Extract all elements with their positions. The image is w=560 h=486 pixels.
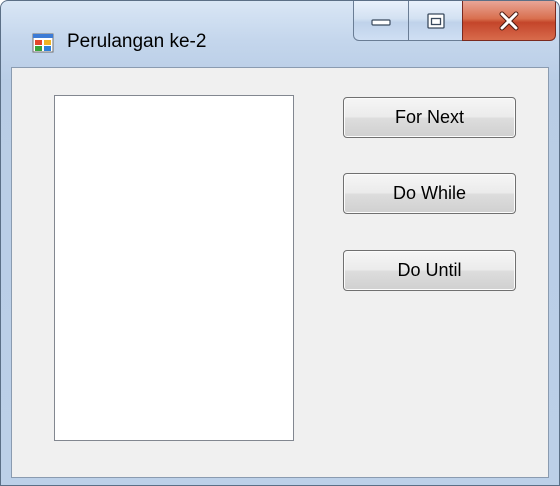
do-while-button[interactable]: Do While	[343, 173, 516, 214]
close-icon	[499, 11, 519, 30]
output-listbox[interactable]	[54, 95, 294, 441]
minimize-icon	[371, 18, 391, 26]
windows-form-icon	[32, 33, 54, 53]
title-bar[interactable]: Perulangan ke-2	[1, 1, 559, 67]
maximize-icon	[426, 12, 445, 29]
caption-buttons	[353, 1, 557, 45]
do-until-button[interactable]: Do Until	[343, 250, 516, 291]
for-next-button[interactable]: For Next	[343, 97, 516, 138]
form-client-area: For Next Do While Do Until	[11, 67, 549, 478]
close-button[interactable]	[462, 1, 556, 41]
window-title: Perulangan ke-2	[67, 31, 207, 52]
minimize-button[interactable]	[353, 1, 409, 41]
maximize-button[interactable]	[408, 1, 463, 41]
main-window: Perulangan ke-2 For Next Do While Do Unt…	[0, 0, 560, 486]
